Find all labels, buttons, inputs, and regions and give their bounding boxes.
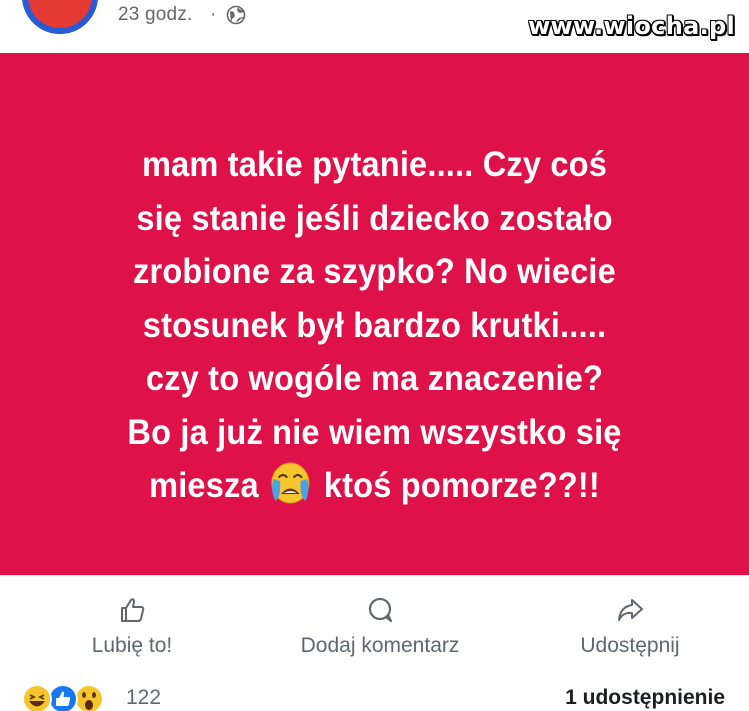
post-text-line: się stanie jeśli dziecko zostało xyxy=(136,198,613,238)
thumbs-up-icon xyxy=(121,598,145,622)
share-button[interactable]: Udostępnij xyxy=(565,596,695,658)
post-timestamp[interactable]: 23 godz. xyxy=(118,4,193,26)
comment-button[interactable]: Dodaj komentarz xyxy=(280,596,480,658)
crying-face-emoji xyxy=(271,462,310,504)
post-text-fragment: ktoś pomorze??!! xyxy=(323,466,600,505)
reactions-row: 122 1 udostępnienie xyxy=(0,676,749,711)
post-header: 23 godz. · www.wiocha.pl xyxy=(0,0,749,52)
facebook-post: 23 godz. · www.wiocha.pl mam takie pytan… xyxy=(0,0,749,711)
post-text-fragment: miesza xyxy=(149,466,259,505)
post-text-line: zrobione za szypko? No wiecie xyxy=(133,252,616,291)
share-label: Udostępnij xyxy=(580,634,680,657)
avatar-image xyxy=(28,0,92,28)
share-count[interactable]: 1 udostępnienie xyxy=(565,686,725,710)
post-text-line: czy to wogóle ma znaczenie? xyxy=(145,359,604,398)
like-label: Lubię to! xyxy=(91,634,173,657)
reaction-count[interactable]: 122 xyxy=(126,686,161,710)
like-button[interactable]: Lubię to! xyxy=(80,596,184,658)
comment-label: Dodaj komentarz xyxy=(300,634,460,657)
post-content-background: mam takie pytanie..... Czy coś się stani… xyxy=(0,53,749,575)
avatar[interactable] xyxy=(22,0,98,34)
watermark: www.wiocha.pl xyxy=(528,12,735,40)
comment-bubble-icon xyxy=(368,597,393,623)
reaction-icons[interactable] xyxy=(22,684,122,711)
share-arrow-icon xyxy=(618,599,643,621)
post-text: mam takie pytanie..... Czy coś się stani… xyxy=(63,138,685,513)
post-text-line-last: miesza ktoś pomorze??!! xyxy=(63,459,685,513)
post-text-line: Bo ja już nie wiem wszystko się xyxy=(127,412,622,452)
haha-reaction-icon xyxy=(22,684,52,711)
like-reaction-icon xyxy=(48,684,78,711)
post-actions-bar: Lubię to! Dodaj komentarz Udostępnij xyxy=(0,576,749,676)
separator-dot: · xyxy=(210,4,217,25)
wow-reaction-icon xyxy=(74,684,104,711)
post-text-line: stosunek był bardzo krutki..... xyxy=(142,305,607,345)
globe-icon[interactable] xyxy=(226,5,246,25)
post-text-line: mam takie pytanie..... Czy coś xyxy=(141,145,608,184)
